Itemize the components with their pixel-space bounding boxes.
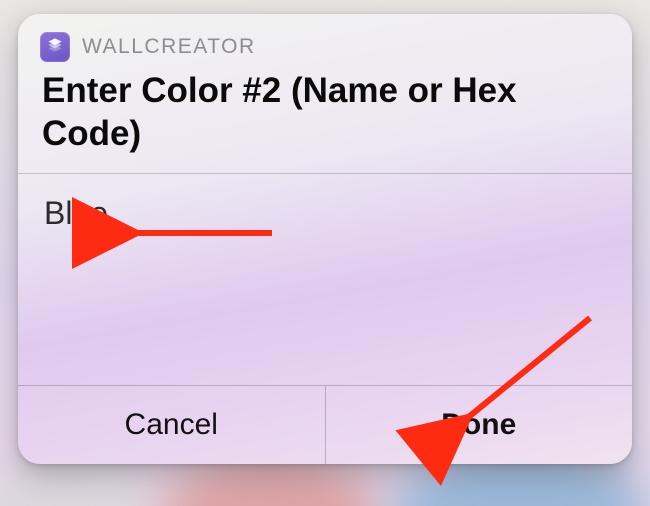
action-sheet: WALLCREATOR Enter Color #2 (Name or Hex … xyxy=(18,14,632,464)
sheet-header: WALLCREATOR xyxy=(18,14,632,64)
color-input[interactable] xyxy=(42,194,612,233)
cancel-button[interactable]: Cancel xyxy=(18,386,325,464)
cancel-button-label: Cancel xyxy=(125,408,218,442)
done-button[interactable]: Done xyxy=(325,386,633,464)
button-row: Cancel Done xyxy=(18,385,632,464)
done-button-label: Done xyxy=(441,408,516,442)
screenshot-root: WALLCREATOR Enter Color #2 (Name or Hex … xyxy=(0,0,650,506)
prompt-title: Enter Color #2 (Name or Hex Code) xyxy=(18,64,632,173)
app-name-label: WALLCREATOR xyxy=(82,35,256,59)
layers-icon xyxy=(45,35,65,60)
app-icon xyxy=(40,32,70,62)
input-area xyxy=(18,174,632,354)
